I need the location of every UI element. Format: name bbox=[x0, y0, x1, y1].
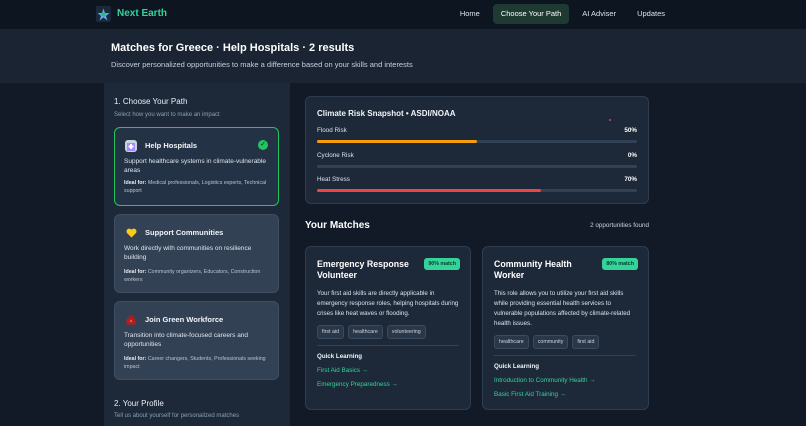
match-tags: first aid healthcare volunteering bbox=[317, 325, 426, 339]
risk-value: 50% bbox=[624, 127, 637, 134]
path-title: Support Communities bbox=[145, 228, 224, 237]
quick-learning-label: Quick Learning bbox=[494, 363, 540, 370]
earth-logo-icon[interactable] bbox=[96, 6, 111, 22]
match-card[interactable]: Community Health Worker 80% match This r… bbox=[482, 246, 649, 410]
match-description: This role allows you to utilize your fir… bbox=[494, 290, 631, 327]
path-ideal-for: Ideal for: Community organizers, Educato… bbox=[124, 269, 274, 284]
ideal-for-text: Career changers, Students, Professionals… bbox=[124, 356, 266, 370]
risk-label: Flood Risk bbox=[317, 127, 347, 134]
results-header: Matches for Greece · Help Hospitals · 2 … bbox=[0, 29, 806, 83]
skill-tag: volunteering bbox=[386, 325, 426, 339]
nav-home[interactable]: Home bbox=[452, 4, 488, 24]
path-description: Transition into climate-focused careers … bbox=[124, 332, 249, 348]
risk-bar-track bbox=[317, 140, 637, 143]
match-score-badge: 90% match bbox=[424, 258, 460, 270]
climate-risk-snapshot: Climate Risk Snapshot • ASDI/NOAA Flood … bbox=[305, 96, 649, 204]
nav-updates[interactable]: Updates bbox=[629, 4, 673, 24]
risk-label: Heat Stress bbox=[317, 176, 350, 183]
risk-bar-fill bbox=[317, 140, 477, 143]
path-card-help-hospitals[interactable]: Help Hospitals ✓ Support healthcare syst… bbox=[114, 127, 279, 206]
divider bbox=[317, 345, 459, 346]
match-title[interactable]: Community Health Worker bbox=[494, 259, 594, 281]
path-title: Join Green Workforce bbox=[145, 315, 224, 324]
quick-learning-label: Quick Learning bbox=[317, 353, 363, 360]
match-score-badge: 80% match bbox=[602, 258, 638, 270]
heart-icon bbox=[125, 227, 137, 239]
page-subtitle: Discover personalized opportunities to m… bbox=[111, 60, 413, 69]
match-card[interactable]: Emergency Response Volunteer 90% match Y… bbox=[305, 246, 471, 410]
check-icon: ✓ bbox=[258, 140, 268, 150]
match-tags: healthcare community first aid bbox=[494, 335, 600, 349]
risk-value: 70% bbox=[624, 176, 637, 183]
risk-bar-track bbox=[317, 189, 637, 192]
section-title-choose-path: 1. Choose Your Path bbox=[114, 97, 188, 106]
divider bbox=[494, 355, 636, 356]
match-title[interactable]: Emergency Response Volunteer bbox=[317, 259, 417, 281]
skill-tag: first aid bbox=[572, 335, 600, 349]
section-subtitle-choose-path: Select how you want to make an impact bbox=[114, 112, 220, 118]
path-card-support-communities[interactable]: Support Communities Work directly with c… bbox=[114, 214, 279, 293]
snapshot-title: Climate Risk Snapshot • ASDI/NOAA bbox=[317, 109, 456, 118]
ideal-for-text: Medical professionals, Logistics experts… bbox=[124, 180, 267, 194]
course-link[interactable]: Basic First Aid Training → bbox=[494, 391, 566, 398]
path-sidebar: 1. Choose Your Path Select how you want … bbox=[104, 83, 290, 426]
match-description: Your first aid skills are directly appli… bbox=[317, 290, 459, 317]
matches-count: 2 opportunities found bbox=[590, 222, 649, 229]
path-card-join-green-workforce[interactable]: Join Green Workforce Transition into cli… bbox=[114, 301, 279, 380]
path-description: Work directly with communities on resili… bbox=[124, 245, 252, 261]
path-title: Help Hospitals bbox=[145, 141, 198, 150]
ideal-for-label: Ideal for: bbox=[124, 180, 147, 186]
hospital-icon bbox=[125, 140, 137, 152]
skill-tag: first aid bbox=[317, 325, 345, 339]
page-title: Matches for Greece · Help Hospitals · 2 … bbox=[111, 42, 355, 54]
nav-choose-your-path[interactable]: Choose Your Path bbox=[492, 4, 570, 24]
course-link[interactable]: Emergency Preparedness → bbox=[317, 381, 398, 388]
risk-bar-track bbox=[317, 165, 637, 168]
briefcase-icon bbox=[125, 314, 137, 326]
section-title-profile: 2. Your Profile bbox=[114, 399, 164, 408]
nav-ai-adviser[interactable]: AI Adviser bbox=[574, 4, 624, 24]
ideal-for-label: Ideal for: bbox=[124, 356, 147, 362]
skill-tag: healthcare bbox=[348, 325, 383, 339]
risk-bar-fill bbox=[317, 189, 541, 192]
ideal-for-label: Ideal for: bbox=[124, 269, 147, 275]
brand-name[interactable]: Next Earth bbox=[117, 8, 167, 19]
skill-tag: healthcare bbox=[494, 335, 529, 349]
section-subtitle-profile: Tell us about yourself for personalized … bbox=[114, 413, 240, 419]
matches-heading: Your Matches bbox=[305, 220, 370, 231]
path-description: Support healthcare systems in climate-vu… bbox=[124, 158, 266, 174]
risk-label: Cyclone Risk bbox=[317, 152, 354, 159]
path-ideal-for: Ideal for: Career changers, Students, Pr… bbox=[124, 356, 274, 371]
path-ideal-for: Ideal for: Medical professionals, Logist… bbox=[124, 180, 274, 195]
course-link[interactable]: First Aid Basics → bbox=[317, 367, 368, 374]
status-dot bbox=[609, 119, 611, 121]
course-link[interactable]: Introduction to Community Health → bbox=[494, 377, 596, 384]
skill-tag: community bbox=[532, 335, 569, 349]
risk-value: 0% bbox=[627, 152, 637, 159]
top-navbar: Next Earth Home Choose Your Path AI Advi… bbox=[0, 0, 806, 29]
